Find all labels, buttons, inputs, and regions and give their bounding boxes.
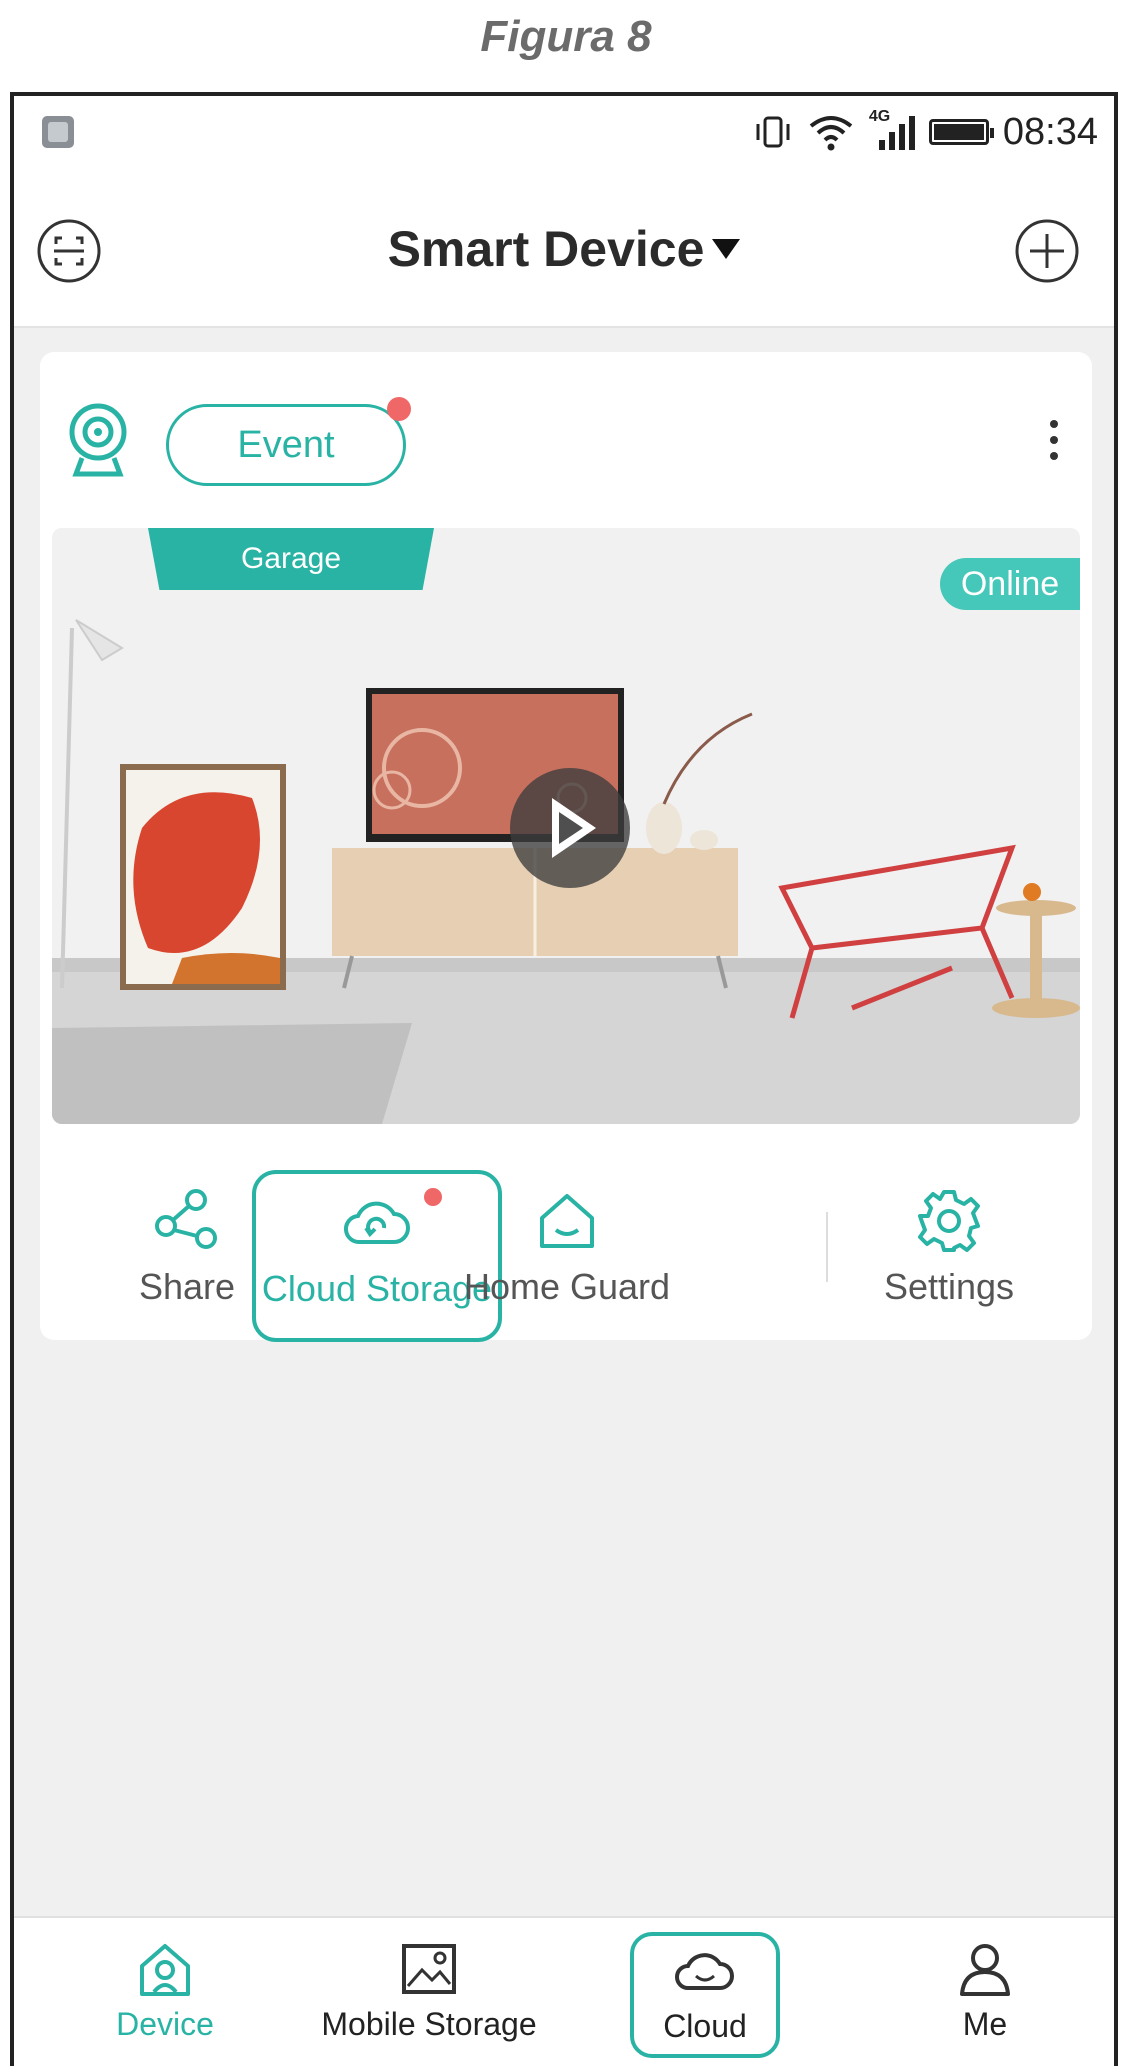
device-home-icon	[140, 1944, 190, 1996]
nav-me[interactable]: Me	[880, 1928, 1090, 2066]
event-label: Event	[237, 423, 335, 466]
vibrate-icon	[756, 116, 790, 148]
device-card: Event Garage Online Share Cloud Storage …	[40, 352, 1092, 1342]
nav-mobile-storage[interactable]: Mobile Storage	[321, 1928, 537, 2066]
nav-device-label: Device	[116, 2006, 214, 2042]
nav-cloud[interactable]: Cloud	[630, 1932, 780, 2058]
cloud-icon	[675, 1953, 734, 1990]
battery-icon	[928, 119, 994, 145]
page-title: Smart Device	[387, 221, 705, 277]
settings-label: Settings	[883, 1266, 1015, 1307]
status-bar: 4G 08:34	[14, 96, 1114, 176]
online-status: Online	[960, 564, 1060, 603]
gallery-notification-icon	[42, 116, 74, 148]
share-icon	[155, 1189, 217, 1249]
cloud-icon	[344, 1201, 410, 1245]
camera-name: Garage	[240, 542, 342, 575]
cell-signal-icon: 4G	[869, 108, 915, 152]
settings-button[interactable]: Settings	[824, 1172, 1074, 1322]
event-notification-dot	[387, 397, 411, 421]
status-time: 08:34	[1002, 110, 1098, 153]
status-indicators: 4G 08:34	[753, 106, 1098, 158]
app-header: Smart Device	[14, 176, 1114, 328]
wifi-icon	[809, 116, 853, 151]
gear-icon	[918, 1190, 980, 1252]
cloud-notification-dot	[424, 1188, 442, 1206]
nav-cloud-label: Cloud	[663, 2008, 747, 2044]
nav-mobile-storage-label: Mobile Storage	[321, 2006, 537, 2042]
figure-caption: Figura 8	[480, 12, 652, 61]
home-guard-button[interactable]: Home Guard	[442, 1172, 692, 1322]
share-label: Share	[138, 1266, 236, 1307]
camera-device-icon	[69, 403, 127, 477]
person-icon	[960, 1944, 1010, 1996]
more-options-icon[interactable]	[1048, 420, 1060, 472]
play-icon[interactable]	[510, 768, 630, 888]
camera-preview[interactable]: Garage Online	[52, 528, 1080, 1124]
event-button[interactable]: Event	[166, 397, 411, 486]
add-device-icon[interactable]	[1014, 218, 1080, 284]
device-actions: Share Cloud Storage Home Guard Settings	[40, 1170, 1092, 1342]
home-icon	[540, 1194, 594, 1248]
camera-name-tag: Garage	[148, 528, 434, 590]
phone-screen: 4G 08:34 Smart Device Event Garage Onlin…	[10, 92, 1118, 2066]
home-guard-label: Home Guard	[463, 1266, 671, 1307]
nav-me-label: Me	[962, 2006, 1008, 2042]
home-selector[interactable]: Smart Device	[14, 220, 1114, 278]
online-status-badge: Online	[940, 558, 1080, 610]
dropdown-caret-icon	[712, 238, 741, 259]
image-icon	[402, 1944, 456, 1994]
bottom-navigation: Device Mobile Storage Cloud Me	[14, 1916, 1114, 2066]
nav-device[interactable]: Device	[60, 1928, 270, 2066]
